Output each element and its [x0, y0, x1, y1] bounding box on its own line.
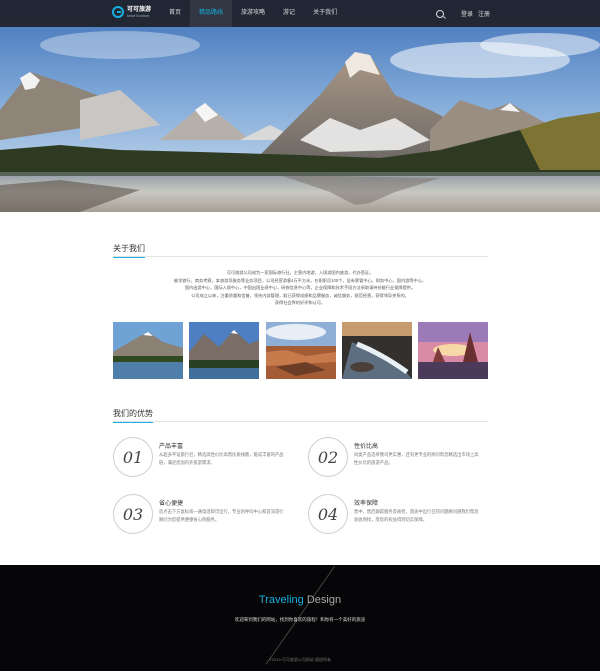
nav-item-routes[interactable]: 精品路线: [190, 0, 233, 27]
advantage-item: 03 省心便捷 您点击下方鼠标或一通电话即可出行，专业的呼叫中心和首深旅行顾问为…: [113, 494, 303, 539]
nav-item-guides[interactable]: 旅游攻略: [232, 0, 274, 27]
advantage-desc: 您点击下方鼠标或一通电话即可出行，专业的呼叫中心和首深旅行顾问为您提供便捷省心的…: [159, 509, 284, 522]
divider: [113, 421, 488, 422]
gallery-photo-mountain-lake[interactable]: [113, 322, 183, 379]
logo[interactable]: 可可旅游 kekeTourism: [112, 6, 151, 18]
advantage-desc: 从超多平设旅行社，精选高性价比高而优质线路，能成丰富的产品链，满足您国内外旅游需…: [159, 452, 284, 465]
about-line: 公司成立以来，注重质量和信誉，领先内部管理，取已获得成绩和品牌服务，诚信服务，规…: [191, 292, 409, 298]
advantage-desc: 售中、售后跟踪服务及质检，旅途中出行任何问题顾问随我们帮您准收到找，受您的权益得…: [354, 509, 479, 522]
advantage-item: 02 性价比高 同类产品选择我司更实惠，还有更专业的顾问帮您精选出市场上高性价比…: [308, 437, 498, 482]
nav-actions: 登录 注册: [435, 0, 490, 27]
about-text: 可可旅游公司成为一家国际旅行社，主营内地游，入境游国内旅游，代办签证。 被学旅行…: [140, 269, 460, 307]
logo-icon: [112, 6, 124, 18]
footer: Traveling Design 欢迎来到我们的网站，找到你喜欢的旅程！和你有一…: [0, 565, 600, 671]
nav-item-travelogues[interactable]: 游记: [274, 0, 304, 27]
advantage-title: 效率保障: [354, 501, 379, 507]
about-line: 被学旅行，商务考察，本旅游导服务等业务项目，公司经营游客4万平方米，在职职员10…: [173, 277, 427, 283]
brand-name: 可可旅游: [127, 6, 152, 13]
decorative-slash: [265, 565, 336, 665]
top-nav: 可可旅游 kekeTourism 首页 精品路线 旅游攻略 游记 关于我们 登录…: [0, 0, 600, 27]
gallery-photo-canyon[interactable]: [265, 322, 336, 379]
copyright: ©2019 可可旅游公司网站 版权所有: [268, 657, 332, 662]
advantage-title: 性价比高: [354, 444, 379, 450]
gallery-photo-sea-stacks[interactable]: [418, 322, 488, 379]
advantage-item: 04 效率保障 售中、售后跟踪服务及质检，旅途中出行任何问题顾问随我们帮您准收到…: [308, 494, 498, 539]
search-icon[interactable]: [435, 9, 444, 18]
advantage-number: 04: [308, 494, 348, 534]
main-menu: 首页 精品路线 旅游攻略 游记 关于我们: [160, 0, 346, 27]
footer-title-traveling: Traveling: [258, 594, 304, 606]
footer-title-design: Design: [306, 594, 342, 606]
brand-name-en: kekeTourism: [127, 12, 150, 18]
about-line: 可可旅游公司成为一家国际旅行社，主营内地游，入境游国内旅游，代办签证。: [226, 270, 374, 275]
gallery-photo-alpine-valley[interactable]: [189, 322, 260, 379]
footer-tagline: 欢迎来到我们的网站，找到你喜欢的旅程！和你有一个美好的旅途: [234, 617, 366, 622]
advantage-number: 01: [113, 437, 153, 477]
advantage-number: 03: [113, 494, 153, 534]
footer-title: Traveling Design: [0, 594, 600, 606]
advantage-item: 01 产品丰富 从超多平设旅行社，精选高性价比高而优质线路，能成丰富的产品链，满…: [113, 437, 303, 482]
hero-banner: [0, 0, 600, 212]
about-line: 获得社会界的好评和认可。: [274, 300, 326, 306]
advantage-desc: 同类产品选择我司更实惠，还有更专业的顾问帮您精选出市场上高性价比的旅游产品。: [354, 452, 479, 465]
about-line: 国内出游中心，国际入境中心，中国出国业绩中心，研修信息中心等，企业保障和技术手段…: [184, 285, 416, 291]
nav-item-home[interactable]: 首页: [160, 0, 190, 27]
nav-item-about[interactable]: 关于我们: [304, 0, 346, 27]
advantage-title: 产品丰富: [159, 444, 184, 450]
login-link[interactable]: 登录: [461, 9, 473, 18]
register-link[interactable]: 注册: [478, 9, 490, 18]
advantage-title: 省心便捷: [159, 501, 184, 507]
advantage-number: 02: [308, 437, 348, 477]
gallery-photo-waterfall[interactable]: [341, 322, 412, 379]
divider: [113, 256, 488, 257]
photo-gallery: [113, 322, 488, 379]
